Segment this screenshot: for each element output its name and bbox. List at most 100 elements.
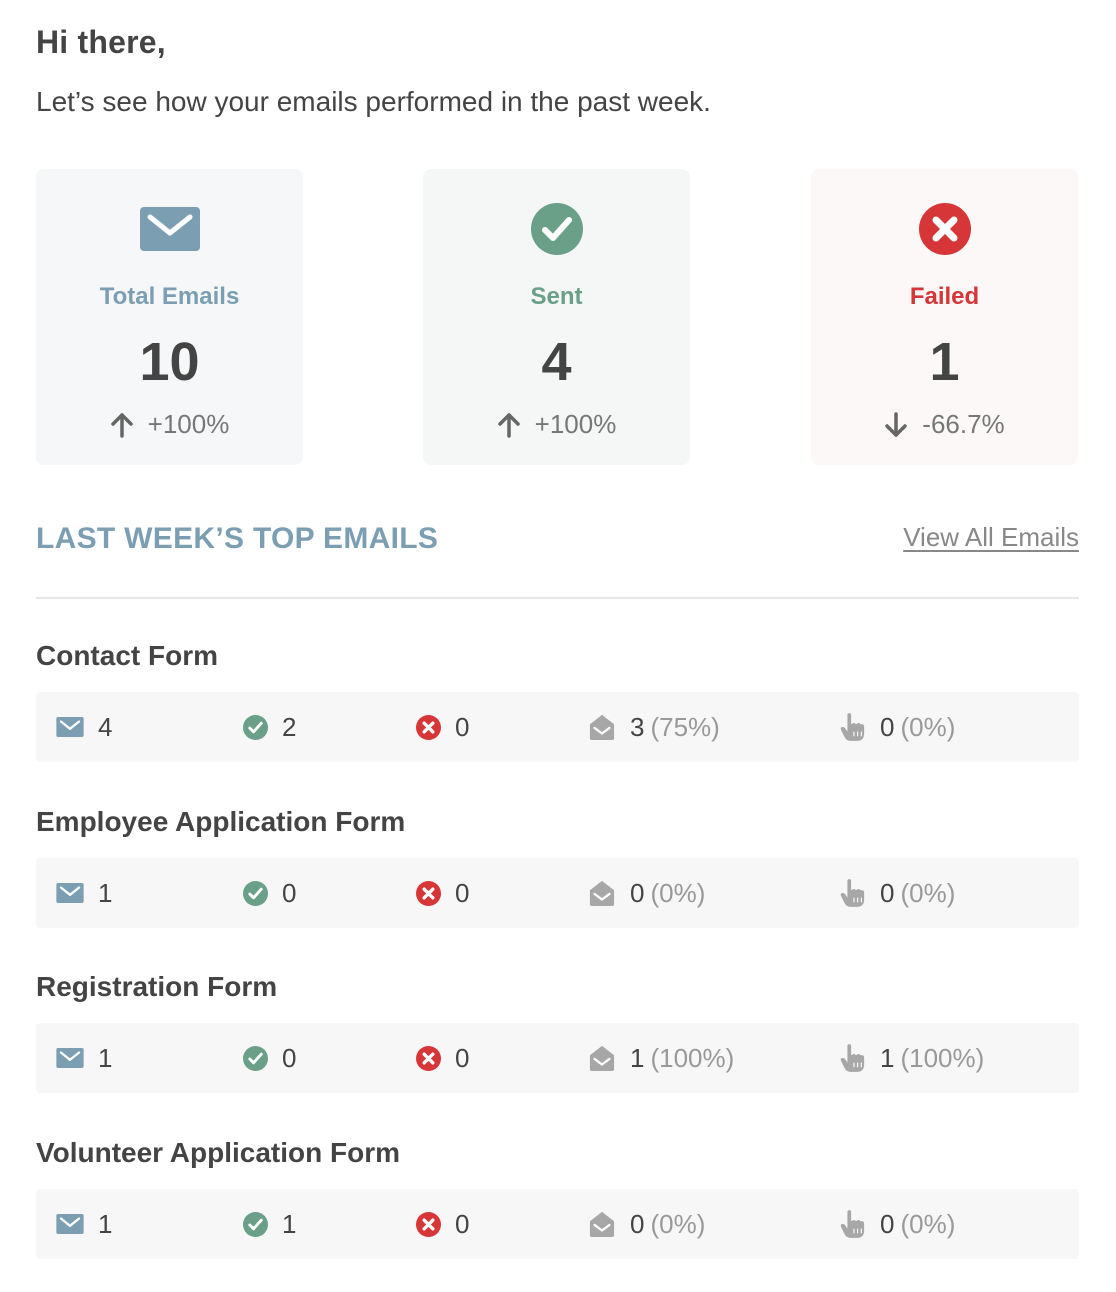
envelope-icon <box>140 207 200 251</box>
check-circle-icon <box>243 715 268 740</box>
total-stat: 4 <box>56 692 112 762</box>
form-stats-row: 1 0 0 1 (100%) 1 (100%) <box>36 1023 1079 1093</box>
clicked-stat: 1 (100%) <box>840 1023 984 1093</box>
sent-count: 1 <box>282 1208 297 1239</box>
failed-card: Failed 1 -66.7% <box>811 169 1078 465</box>
form-name: Registration Form <box>36 971 278 1002</box>
opened-stat: 0 (0%) <box>588 1189 705 1259</box>
form-stats-row: 1 1 0 0 (0%) 0 (0%) <box>36 1189 1079 1259</box>
envelope-icon <box>56 717 84 737</box>
pointer-hand-icon <box>840 879 866 907</box>
x-circle-icon <box>416 715 441 740</box>
x-circle-icon <box>416 881 441 906</box>
summary-cards: Total Emails 10 +100% Sent 4 +100% Faile… <box>36 169 1079 465</box>
form-name: Contact Form <box>36 640 218 671</box>
total-emails-label: Total Emails <box>99 283 240 310</box>
clicked-count: 0 <box>880 877 895 908</box>
clicked-count: 0 <box>880 1208 895 1239</box>
clicked-percent: (0%) <box>900 877 956 908</box>
opened-percent: (75%) <box>650 711 720 742</box>
clicked-stat: 0 (0%) <box>840 858 955 928</box>
pointer-hand-icon <box>840 713 866 741</box>
sent-count: 2 <box>282 711 297 742</box>
clicked-percent: (100%) <box>900 1042 985 1073</box>
form-name: Employee Application Form <box>36 806 406 837</box>
total-emails-card: Total Emails 10 +100% <box>36 169 303 465</box>
envelope-icon <box>56 883 84 903</box>
x-circle-icon <box>919 203 971 255</box>
opened-count: 1 <box>630 1042 645 1073</box>
view-all-emails-link[interactable]: View All Emails <box>903 522 1079 553</box>
sent-stat: 2 <box>243 692 296 762</box>
failed-count: 0 <box>455 877 470 908</box>
clicked-percent: (0%) <box>900 711 956 742</box>
sent-stat: 0 <box>243 1023 296 1093</box>
envelope-open-icon <box>588 1045 616 1071</box>
failed-value: 1 <box>929 332 960 392</box>
sent-label: Sent <box>530 283 583 310</box>
failed-change-value: -66.7% <box>922 409 1005 439</box>
opened-percent: (100%) <box>650 1042 735 1073</box>
envelope-icon <box>56 1048 84 1068</box>
total-emails-change-value: +100% <box>147 409 230 439</box>
check-circle-icon <box>243 1046 268 1071</box>
top-emails-title: LAST WEEK’S TOP EMAILS <box>36 522 439 555</box>
envelope-icon <box>56 1214 84 1234</box>
arrow-down-icon <box>884 412 908 438</box>
envelope-open-icon <box>588 714 616 740</box>
check-circle-icon <box>243 881 268 906</box>
failed-count: 0 <box>455 711 470 742</box>
clicked-count: 0 <box>880 711 895 742</box>
envelope-open-icon <box>588 1211 616 1237</box>
greeting-heading: Hi there, <box>36 24 166 60</box>
arrow-up-icon <box>497 412 521 438</box>
total-stat: 1 <box>56 858 112 928</box>
arrow-up-icon <box>110 412 134 438</box>
failed-stat: 0 <box>416 1023 469 1093</box>
form-name: Volunteer Application Form <box>36 1137 401 1168</box>
failed-count: 0 <box>455 1042 470 1073</box>
section-divider <box>36 597 1079 599</box>
failed-stat: 0 <box>416 1189 469 1259</box>
pointer-hand-icon <box>840 1044 866 1072</box>
sent-card: Sent 4 +100% <box>423 169 690 465</box>
total-stat: 1 <box>56 1189 112 1259</box>
total-emails-value: 10 <box>139 332 200 392</box>
check-circle-icon <box>243 1212 268 1237</box>
sent-stat: 0 <box>243 858 296 928</box>
total-count: 1 <box>98 877 113 908</box>
clicked-percent: (0%) <box>900 1208 956 1239</box>
sent-change: +100% <box>423 409 690 440</box>
opened-stat: 0 (0%) <box>588 858 705 928</box>
sent-count: 0 <box>282 877 297 908</box>
opened-count: 0 <box>630 877 645 908</box>
opened-count: 3 <box>630 711 645 742</box>
total-count: 1 <box>98 1042 113 1073</box>
form-stats-row: 1 0 0 0 (0%) 0 (0%) <box>36 858 1079 928</box>
check-circle-icon <box>531 203 583 255</box>
sent-count: 0 <box>282 1042 297 1073</box>
clicked-stat: 0 (0%) <box>840 1189 955 1259</box>
sent-value: 4 <box>541 332 572 392</box>
total-count: 1 <box>98 1208 113 1239</box>
failed-stat: 0 <box>416 858 469 928</box>
opened-count: 0 <box>630 1208 645 1239</box>
x-circle-icon <box>416 1046 441 1071</box>
total-emails-change: +100% <box>36 409 303 440</box>
opened-stat: 1 (100%) <box>588 1023 734 1093</box>
top-emails-header: LAST WEEK’S TOP EMAILS View All Emails <box>36 522 1079 562</box>
greeting-subtitle: Let’s see how your emails performed in t… <box>36 86 711 117</box>
sent-change-value: +100% <box>534 409 617 439</box>
failed-label: Failed <box>909 283 980 310</box>
sent-stat: 1 <box>243 1189 296 1259</box>
clicked-count: 1 <box>880 1042 895 1073</box>
clicked-stat: 0 (0%) <box>840 692 955 762</box>
envelope-open-icon <box>588 880 616 906</box>
form-stats-row: 4 2 0 3 (75%) 0 (0%) <box>36 692 1079 762</box>
failed-change: -66.7% <box>811 409 1078 440</box>
total-count: 4 <box>98 711 113 742</box>
opened-percent: (0%) <box>650 877 706 908</box>
total-stat: 1 <box>56 1023 112 1093</box>
opened-stat: 3 (75%) <box>588 692 720 762</box>
failed-stat: 0 <box>416 692 469 762</box>
